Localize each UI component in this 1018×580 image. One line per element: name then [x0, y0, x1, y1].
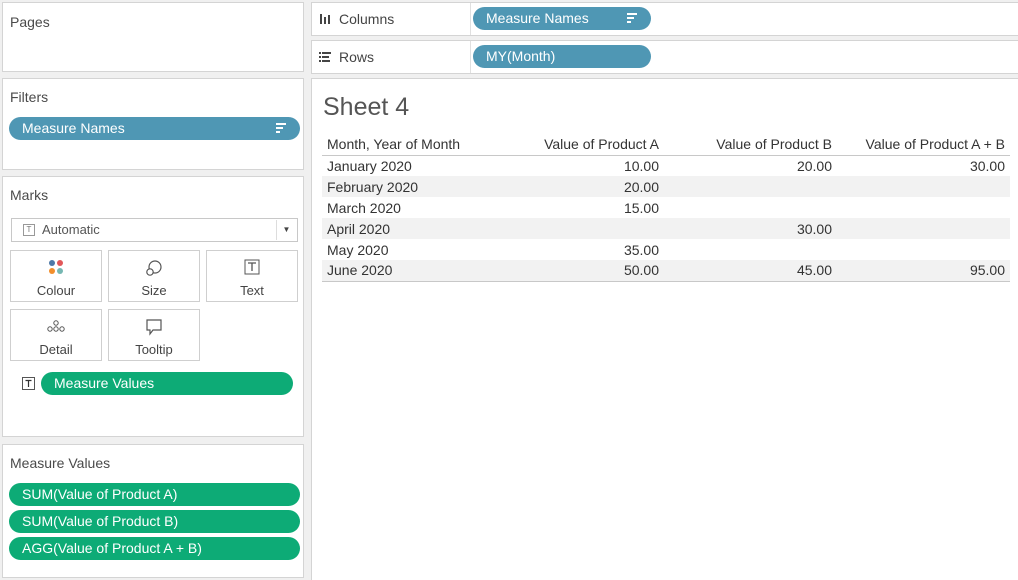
column-header[interactable]: Value of Product B [664, 134, 837, 155]
table-cell[interactable]: 20.00 [507, 176, 664, 197]
table-cell[interactable]: 50.00 [507, 260, 664, 281]
size-label: Size [141, 283, 167, 298]
chevron-down-icon[interactable]: ▼ [276, 220, 296, 240]
table-cell[interactable]: 45.00 [664, 260, 837, 281]
mark-type-value: Automatic [42, 222, 100, 237]
table-cell[interactable] [837, 197, 1010, 218]
columns-pill-measure-names[interactable]: Measure Names [473, 7, 651, 30]
table-cell[interactable] [837, 176, 1010, 197]
measure-pill-label: SUM(Value of Product A) [22, 486, 178, 502]
colour-icon [49, 260, 63, 274]
marks-title: Marks [10, 187, 49, 203]
columns-label: Columns [339, 11, 395, 27]
column-header[interactable]: Month, Year of Month [322, 134, 507, 155]
row-header[interactable]: April 2020 [322, 218, 507, 239]
column-header[interactable]: Value of Product A [507, 134, 664, 155]
tooltip-label: Tooltip [135, 342, 173, 357]
crosstab[interactable]: Month, Year of Month Value of Product A … [322, 134, 1010, 282]
colour-label: Colour [36, 283, 76, 298]
table-cell[interactable] [837, 239, 1010, 260]
filters-title: Filters [10, 89, 49, 105]
rows-icon [319, 52, 331, 62]
table-cell[interactable] [507, 218, 664, 239]
table-row: June 2020 50.00 45.00 95.00 [322, 260, 1010, 281]
detail-button[interactable]: Detail [10, 309, 102, 361]
table-row: March 2020 15.00 [322, 197, 1010, 218]
detail-icon [47, 320, 65, 332]
rows-pill-my-month[interactable]: MY(Month) [473, 45, 651, 68]
table-cell[interactable] [664, 176, 837, 197]
rows-label: Rows [339, 49, 375, 65]
text-label: Text [240, 283, 264, 298]
detail-label: Detail [39, 342, 73, 357]
filter-pill-measure-names[interactable]: Measure Names [9, 117, 300, 140]
shelf-divider [470, 41, 471, 73]
columns-icon [320, 14, 330, 24]
rows-shelf[interactable]: Rows MY(Month) [311, 40, 1018, 74]
measure-values-card[interactable]: Measure Values SUM(Value of Product A) S… [2, 444, 304, 578]
tooltip-icon [146, 319, 162, 336]
table-cell[interactable]: 30.00 [664, 218, 837, 239]
sheet-title: Sheet 4 [323, 93, 410, 121]
row-header[interactable]: June 2020 [322, 260, 507, 281]
table-cell[interactable]: 15.00 [507, 197, 664, 218]
row-header[interactable]: March 2020 [322, 197, 507, 218]
row-header[interactable]: May 2020 [322, 239, 507, 260]
measure-pill-agg-ab[interactable]: AGG(Value of Product A + B) [9, 537, 300, 560]
table-cell[interactable]: 20.00 [664, 155, 837, 176]
text-icon [244, 259, 260, 275]
marks-pill-label: Measure Values [54, 375, 155, 391]
table-cell[interactable]: 35.00 [507, 239, 664, 260]
table-cell[interactable] [837, 218, 1010, 239]
text-icon [22, 377, 35, 390]
filter-pill-label: Measure Names [22, 120, 125, 136]
table-row: February 2020 20.00 [322, 176, 1010, 197]
size-button[interactable]: Size [108, 250, 200, 302]
columns-pill-label: Measure Names [486, 10, 589, 26]
measure-pill-sum-b[interactable]: SUM(Value of Product B) [9, 510, 300, 533]
mark-type-dropdown[interactable]: T Automatic ▼ [11, 218, 298, 242]
table-cell[interactable]: 30.00 [837, 155, 1010, 176]
table-row: May 2020 35.00 [322, 239, 1010, 260]
row-header[interactable]: February 2020 [322, 176, 507, 197]
table-row: January 2020 10.00 20.00 30.00 [322, 155, 1010, 176]
header-row: Month, Year of Month Value of Product A … [322, 134, 1010, 155]
colour-button[interactable]: Colour [10, 250, 102, 302]
table-row: April 2020 30.00 [322, 218, 1010, 239]
measure-pill-label: SUM(Value of Product B) [22, 513, 179, 529]
shelf-divider [470, 3, 471, 35]
marks-measure-values-pill[interactable]: Measure Values [41, 372, 293, 395]
columns-shelf[interactable]: Columns Measure Names [311, 2, 1018, 36]
size-icon [146, 260, 162, 276]
row-header[interactable]: January 2020 [322, 155, 507, 176]
pages-title: Pages [10, 14, 50, 30]
rows-pill-label: MY(Month) [486, 48, 556, 64]
measure-pill-label: AGG(Value of Product A + B) [22, 540, 202, 556]
text-button[interactable]: Text [206, 250, 298, 302]
measure-values-title: Measure Values [10, 455, 111, 471]
table-cell[interactable] [664, 239, 837, 260]
table-cell[interactable]: 95.00 [837, 260, 1010, 281]
tooltip-button[interactable]: Tooltip [108, 309, 200, 361]
measure-pill-sum-a[interactable]: SUM(Value of Product A) [9, 483, 300, 506]
sort-icon [627, 13, 637, 24]
filters-card[interactable]: Filters Measure Names [2, 78, 304, 170]
pages-card[interactable]: Pages [2, 2, 304, 72]
column-header[interactable]: Value of Product A + B [837, 134, 1010, 155]
sort-icon [276, 123, 286, 134]
table-cell[interactable] [664, 197, 837, 218]
table-cell[interactable]: 10.00 [507, 155, 664, 176]
text-icon: T [23, 224, 35, 236]
marks-card[interactable]: Marks T Automatic ▼ Colour Size Text Det… [2, 176, 304, 437]
